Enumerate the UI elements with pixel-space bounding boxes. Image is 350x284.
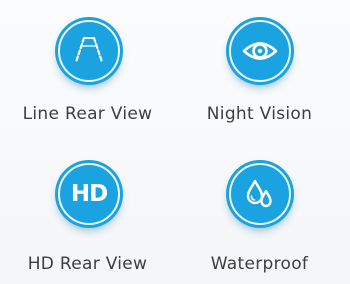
feature-label: HD Rear View: [27, 254, 148, 274]
feature-label: Night Vision: [206, 104, 313, 124]
water-drops-icon: [246, 179, 272, 208]
hd-icon: HD: [70, 181, 108, 207]
feature-badge: [58, 20, 120, 82]
eye-icon: [242, 42, 278, 60]
feature-label: Line Rear View: [22, 104, 153, 124]
rear-view-lines-icon: [74, 36, 104, 64]
feature-badge: [229, 20, 291, 82]
feature-badge: [229, 163, 291, 225]
feature-label: Waterproof: [210, 254, 309, 274]
feature-badge: HD: [58, 163, 120, 225]
